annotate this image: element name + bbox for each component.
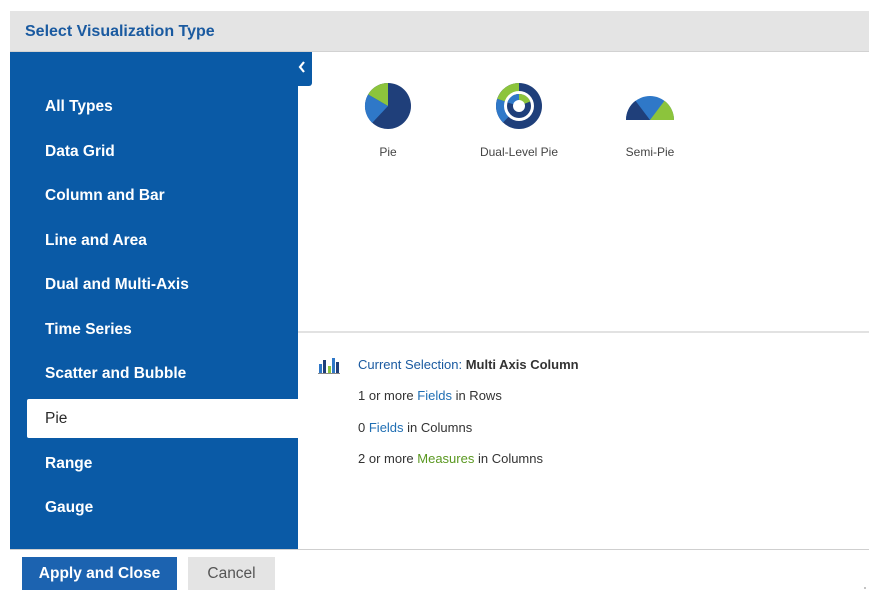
requirement-rows: 1 or more Fields in Rows — [358, 388, 502, 403]
sidebar-item-column-and-bar[interactable]: Column and Bar — [10, 176, 298, 215]
requirement-keyword[interactable]: Fields — [369, 420, 404, 435]
requirement-keyword[interactable]: Fields — [417, 388, 452, 403]
requirement-columns-measures: 2 or more Measures in Columns — [358, 451, 543, 466]
viz-option-dual-level-pie[interactable]: Dual-Level Pie — [469, 82, 569, 159]
visualization-gallery: Pie Dual-Level Pie Semi-Pie — [298, 52, 869, 331]
resize-grip-icon[interactable] — [859, 580, 867, 589]
sidebar-item-scatter-and-bubble[interactable]: Scatter and Bubble — [10, 354, 298, 393]
current-selection-title: Current Selection: Multi Axis Column — [358, 357, 579, 372]
sidebar-item-line-and-area[interactable]: Line and Area — [10, 221, 298, 260]
requirement-keyword[interactable]: Measures — [417, 451, 474, 466]
sidebar-item-all-types[interactable]: All Types — [10, 87, 298, 126]
sidebar-item-data-grid[interactable]: Data Grid — [10, 132, 298, 171]
viz-option-label: Dual-Level Pie — [479, 145, 559, 159]
current-selection-value: Multi Axis Column — [465, 357, 579, 372]
multi-axis-column-icon — [318, 356, 340, 379]
sidebar-item-dual-and-multi-axis[interactable]: Dual and Multi-Axis — [10, 265, 298, 304]
requirement-prefix: 1 or more — [358, 388, 414, 403]
sidebar-item-time-series[interactable]: Time Series — [10, 310, 298, 349]
cancel-button[interactable]: Cancel — [188, 557, 275, 590]
apply-and-close-button[interactable]: Apply and Close — [22, 557, 177, 590]
dialog-header: Select Visualization Type — [10, 11, 869, 52]
semi-pie-icon — [600, 82, 700, 130]
requirement-suffix: in Rows — [455, 388, 502, 403]
section-divider — [298, 331, 869, 333]
sidebar-item-gauge[interactable]: Gauge — [10, 488, 298, 527]
viz-option-label: Semi-Pie — [625, 145, 675, 159]
requirement-suffix: in Columns — [477, 451, 543, 466]
footer-divider — [10, 549, 869, 550]
requirement-prefix: 2 or more — [358, 451, 414, 466]
viz-option-semi-pie[interactable]: Semi-Pie — [600, 82, 700, 159]
sidebar-item-pie[interactable]: Pie — [27, 399, 298, 438]
requirement-suffix: in Columns — [407, 420, 473, 435]
pie-chart-icon — [338, 82, 438, 130]
visualization-category-sidebar: All Types Data Grid Column and Bar Line … — [10, 52, 298, 549]
viz-option-pie[interactable]: Pie — [338, 82, 438, 159]
current-selection-label: Current Selection: — [358, 357, 463, 372]
dual-level-pie-icon — [469, 82, 569, 130]
requirement-prefix: 0 — [358, 420, 366, 435]
requirement-columns-fields: 0 Fields in Columns — [358, 420, 472, 435]
dialog-title: Select Visualization Type — [25, 23, 215, 40]
sidebar-item-range[interactable]: Range — [10, 444, 298, 483]
viz-option-label: Pie — [379, 145, 397, 159]
